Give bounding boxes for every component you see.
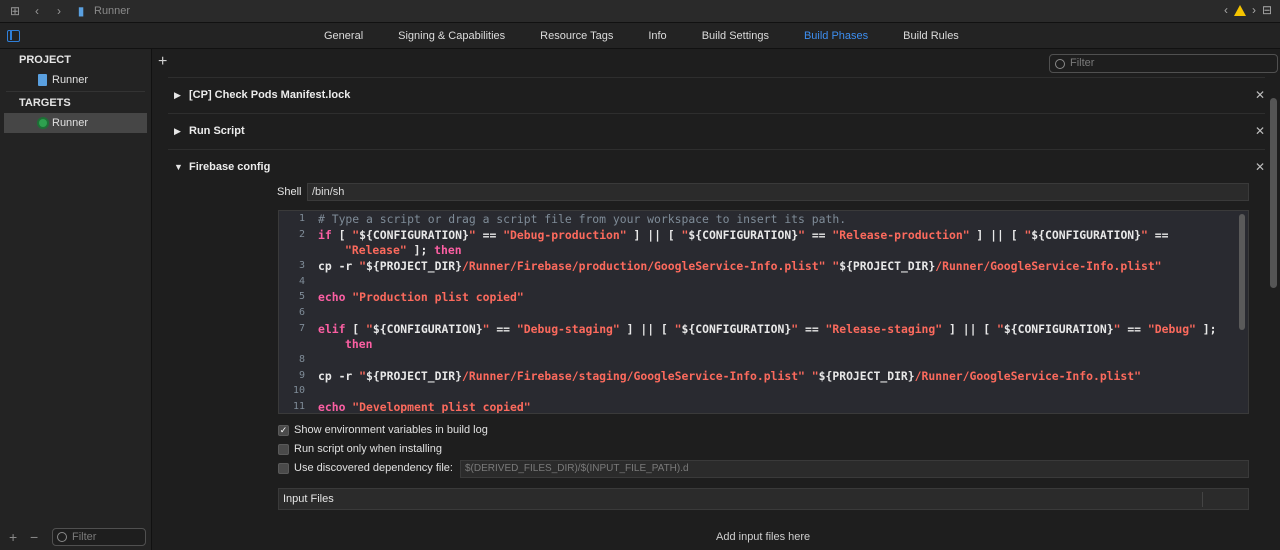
add-phase-button[interactable]: + — [158, 53, 167, 71]
line-number: 7 — [298, 323, 305, 334]
tabs: General Signing & Capabilities Resource … — [324, 23, 994, 49]
code-text: echo "Production plist copied" — [318, 290, 524, 304]
filter-placeholder: Filter — [1070, 57, 1095, 69]
phase-title: Run Script — [189, 125, 245, 137]
column-divider — [1202, 492, 1203, 507]
line-number: 1 — [298, 213, 305, 224]
shell-input[interactable]: /bin/sh — [307, 183, 1249, 201]
phase-check-pods[interactable]: ▶ [CP] Check Pods Manifest.lock ✕ — [168, 77, 1265, 113]
phases-filter-input[interactable]: Filter — [1049, 54, 1278, 73]
editor-tab-bar: General Signing & Capabilities Resource … — [0, 23, 1280, 49]
sidebar-filter-input[interactable]: Filter — [52, 528, 146, 546]
line-number: 2 — [298, 229, 305, 240]
disclosure-triangle-icon[interactable]: ▼ — [174, 162, 183, 172]
checkbox-icon[interactable] — [278, 462, 289, 474]
code-text: "Release" ]; then — [345, 243, 462, 257]
code-text: elif [ "${CONFIGURATION}" == "Debug-stag… — [318, 322, 1217, 336]
checkbox-checked-icon[interactable]: ✓ — [278, 424, 289, 436]
tab-build-settings[interactable]: Build Settings — [702, 30, 769, 42]
warning-icon[interactable] — [1233, 4, 1246, 16]
phase-title: [CP] Check Pods Manifest.lock — [189, 89, 351, 101]
sidebar-bottom-bar: + − Filter — [0, 524, 152, 550]
project-sidebar: PROJECT Runner TARGETS Runner + − Filter — [0, 49, 152, 550]
remove-target-icon[interactable]: − — [30, 529, 42, 545]
build-phases-editor: + Filter ▶ [CP] Check Pods Manifest.lock… — [153, 49, 1280, 550]
sidebar-toggle-icon[interactable] — [7, 30, 20, 42]
tab-build-phases[interactable]: Build Phases — [804, 30, 868, 42]
input-files-header: Input Files — [278, 488, 1249, 510]
input-files-title: Input Files — [283, 493, 334, 505]
divider — [6, 91, 145, 92]
filter-icon — [57, 532, 67, 542]
delete-phase-icon[interactable]: ✕ — [1255, 88, 1265, 102]
line-number: 11 — [292, 401, 305, 412]
app-target-icon — [37, 117, 49, 129]
code-text: cp -r "${PROJECT_DIR}/Runner/Firebase/st… — [318, 369, 1141, 383]
add-input-files-hint: Add input files here — [716, 531, 811, 543]
tab-resource-tags[interactable]: Resource Tags — [540, 30, 613, 42]
add-target-icon[interactable]: + — [9, 529, 21, 545]
breadcrumb[interactable]: Runner — [94, 5, 130, 17]
sidebar-item-project-runner[interactable]: Runner — [0, 70, 151, 90]
line-number: 9 — [298, 370, 305, 381]
back-issue-icon[interactable]: ‹ — [1224, 3, 1228, 17]
code-text: cp -r "${PROJECT_DIR}/Runner/Firebase/pr… — [318, 259, 1162, 273]
code-text: # Type a script or drag a script file fr… — [318, 212, 847, 226]
back-icon[interactable]: ‹ — [30, 4, 44, 18]
forward-issue-icon[interactable]: › — [1252, 3, 1256, 17]
filter-placeholder: Filter — [72, 531, 97, 543]
forward-icon[interactable]: › — [52, 4, 66, 18]
main-scrollbar[interactable] — [1270, 98, 1277, 288]
script-editor[interactable]: 1 # Type a script or drag a script file … — [278, 210, 1249, 414]
filter-icon — [1055, 59, 1065, 69]
sidebar-item-label: Runner — [52, 117, 89, 129]
option-label: Use discovered dependency file: — [294, 462, 453, 474]
line-number: 6 — [298, 307, 305, 318]
project-header: PROJECT — [19, 54, 71, 66]
option-label: Run script only when installing — [294, 443, 442, 455]
option-label: Show environment variables in build log — [294, 424, 488, 436]
delete-phase-icon[interactable]: ✕ — [1255, 160, 1265, 174]
checkbox-icon[interactable] — [278, 443, 289, 455]
line-number: 10 — [292, 385, 305, 396]
phase-run-script[interactable]: ▶ Run Script ✕ — [168, 113, 1265, 149]
split-editor-icon[interactable]: ⊟ — [1262, 3, 1272, 17]
line-number: 5 — [298, 291, 305, 302]
disclosure-triangle-icon[interactable]: ▶ — [174, 126, 181, 137]
tab-general[interactable]: General — [324, 30, 363, 42]
tab-signing[interactable]: Signing & Capabilities — [398, 30, 505, 42]
sidebar-item-target-runner[interactable]: Runner — [4, 113, 147, 133]
project-file-icon — [38, 74, 47, 86]
line-number: 3 — [298, 260, 305, 271]
sidebar-item-label: Runner — [52, 74, 89, 86]
grid-icon[interactable]: ⊞ — [8, 4, 22, 18]
disclosure-triangle-icon[interactable]: ▶ — [174, 90, 181, 101]
code-text: then — [345, 337, 373, 351]
dependency-file-input[interactable]: $(DERIVED_FILES_DIR)/$(INPUT_FILE_PATH).… — [460, 460, 1249, 478]
phases-toolbar: + Filter — [153, 49, 1280, 77]
code-text: if [ "${CONFIGURATION}" == "Debug-produc… — [318, 228, 1169, 242]
code-text: echo "Development plist copied" — [318, 400, 531, 414]
phase-firebase-config[interactable]: ▼ Firebase config ✕ — [168, 149, 1265, 185]
window-toolbar: ⊞ ‹ › ▮ Runner ‹ › ⊟ — [0, 0, 1280, 23]
targets-header: TARGETS — [19, 97, 71, 109]
editor-scrollbar[interactable] — [1239, 214, 1245, 330]
use-dep-file-option[interactable]: Use discovered dependency file: — [278, 460, 453, 476]
phase-title: Firebase config — [189, 161, 271, 173]
file-icon: ▮ — [77, 4, 85, 18]
line-number: 4 — [298, 276, 305, 287]
show-env-vars-option[interactable]: ✓ Show environment variables in build lo… — [278, 422, 488, 438]
run-only-installing-option[interactable]: Run script only when installing — [278, 441, 442, 457]
tab-info[interactable]: Info — [648, 30, 666, 42]
shell-label: Shell — [277, 186, 302, 198]
line-number: 8 — [298, 354, 305, 365]
delete-phase-icon[interactable]: ✕ — [1255, 124, 1265, 138]
toolbar-right: ‹ › ⊟ — [1224, 3, 1272, 17]
tab-build-rules[interactable]: Build Rules — [903, 30, 959, 42]
